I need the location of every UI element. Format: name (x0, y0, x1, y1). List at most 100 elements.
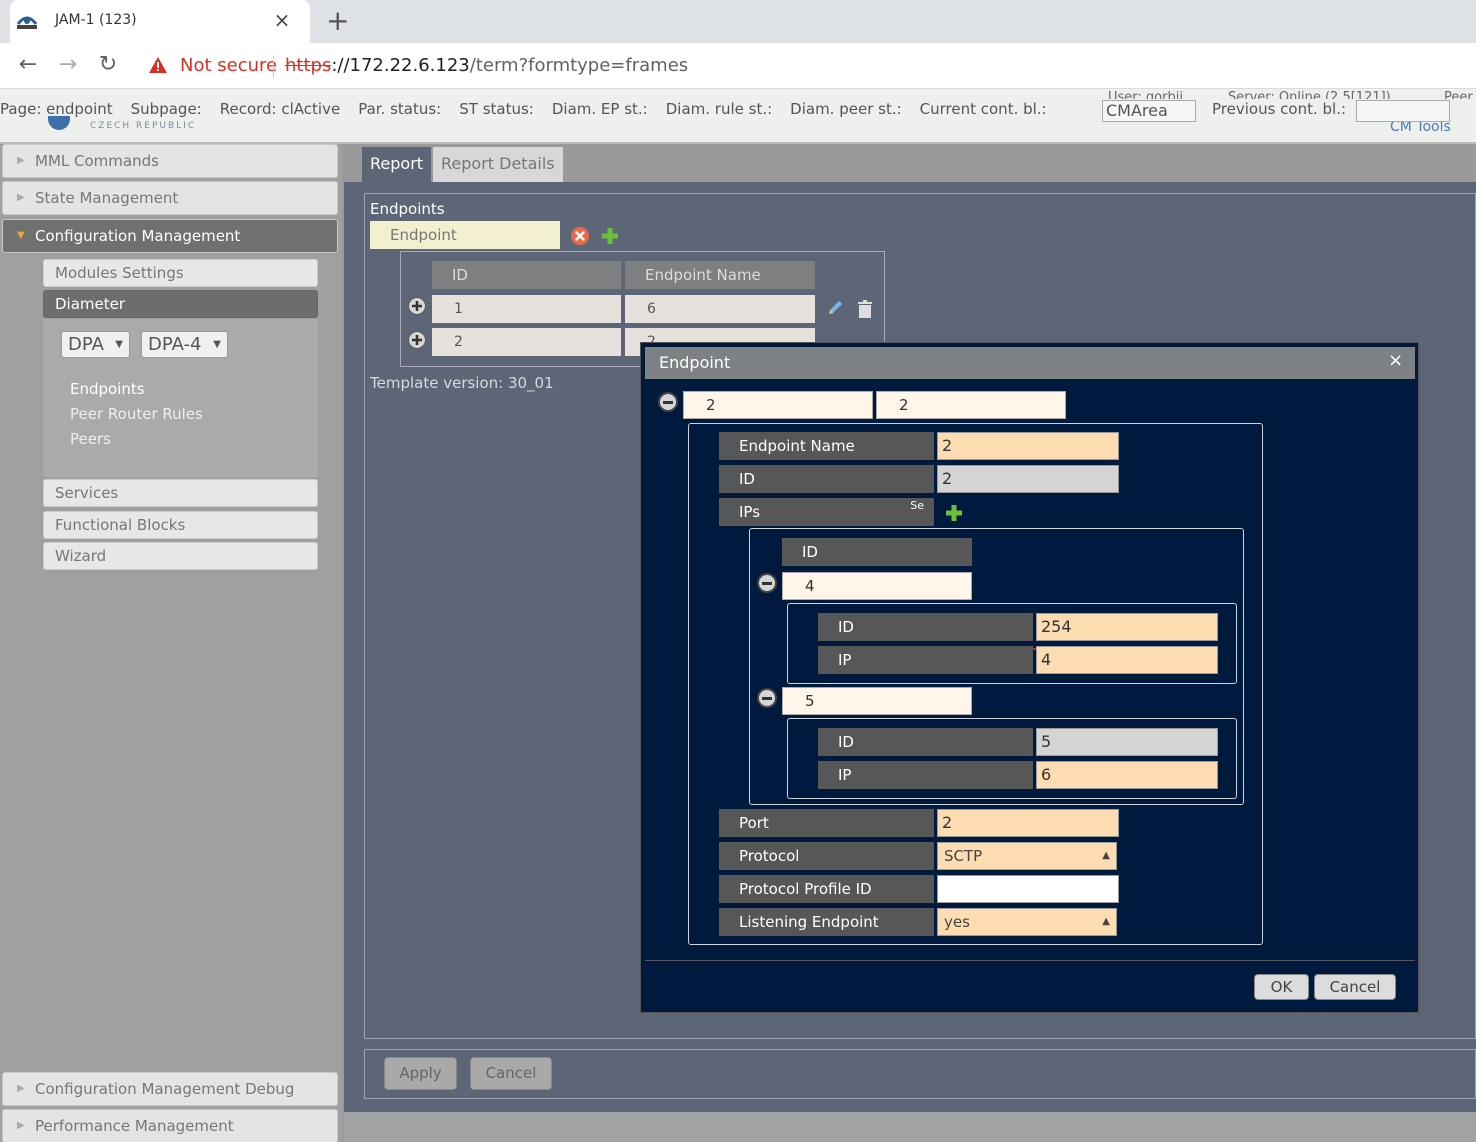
server-label: Server: Online (2.5[121]) (1228, 90, 1391, 99)
listening-value: yes (944, 913, 970, 931)
dpa-select-value: DPA (68, 334, 104, 355)
previous-cont-input[interactable] (1356, 100, 1450, 122)
endpoint-key-field[interactable]: 2 (683, 391, 873, 419)
expand-plus-icon[interactable] (408, 331, 426, 349)
header-endpoint-name: Endpoint Name (625, 261, 815, 289)
apply-button[interactable]: Apply (384, 1057, 457, 1090)
ip-id-input[interactable]: 254 (1036, 613, 1218, 641)
subitem-modules-settings[interactable]: Modules Settings (43, 259, 318, 287)
sidebar-state-management[interactable]: ▶ State Management (2, 181, 338, 215)
tab-report[interactable]: Report (361, 146, 433, 182)
caret-down-icon: ▼ (115, 339, 123, 350)
updown-arrows-icon: ▲ (1102, 916, 1110, 927)
subitem-services[interactable]: Services (43, 479, 318, 507)
table-row[interactable]: 1 (432, 295, 621, 323)
subitem-diameter[interactable]: Diameter (43, 290, 318, 318)
ip-id-input[interactable]: 5 (1036, 728, 1218, 756)
dialog-cancel-button[interactable]: Cancel (1314, 974, 1396, 1000)
dpa-select[interactable]: DPA ▼ (61, 331, 130, 358)
add-plus-icon[interactable] (600, 226, 620, 246)
delete-x-icon[interactable] (571, 227, 589, 245)
protocol-label: Protocol (719, 842, 934, 870)
endpoint-name-label: Endpoint Name (719, 432, 934, 460)
collapse-minus-icon[interactable] (658, 392, 678, 412)
add-ip-plus-icon[interactable] (944, 503, 964, 523)
sidebar-label: Configuration Management (35, 227, 241, 245)
cancel-button[interactable]: Cancel (470, 1057, 552, 1090)
listening-endpoint-label: Listening Endpoint (719, 908, 934, 936)
link-peer-router-rules[interactable]: Peer Router Rules (70, 405, 203, 423)
status-diam-peer: Diam. peer st.: (790, 100, 902, 118)
status-diam-rule: Diam. rule st.: (665, 100, 773, 118)
sidebar-label: Configuration Management Debug (35, 1080, 295, 1098)
dpa4-select[interactable]: DPA-4 ▼ (141, 331, 228, 358)
close-icon[interactable]: × (1388, 350, 1403, 371)
endpoint-subtab[interactable]: Endpoint (370, 221, 560, 249)
caret-down-icon: ▼ (17, 230, 25, 241)
warning-icon (148, 55, 168, 75)
current-cont-input[interactable]: CMArea (1102, 100, 1196, 122)
favicon-icon (16, 12, 38, 30)
sidebar-performance-management[interactable]: ▶ Performance Management (2, 1109, 338, 1142)
close-tab-icon[interactable]: × (272, 8, 292, 32)
port-label: Port (719, 809, 934, 837)
forward-icon[interactable]: → (53, 52, 83, 77)
subitem-functional-blocks[interactable]: Functional Blocks (43, 511, 318, 539)
endpoint-name-input[interactable]: 2 (937, 432, 1119, 460)
reload-icon[interactable]: ↻ (93, 52, 123, 77)
status-st: ST status: (459, 100, 534, 118)
previous-cont-label: Previous cont. bl.: (1212, 100, 1347, 118)
sidebar-label: MML Commands (35, 152, 159, 170)
sidebar-config-debug[interactable]: ▶ Configuration Management Debug (2, 1072, 338, 1106)
trash-icon[interactable] (856, 299, 874, 319)
ips-label: IPs Se (719, 498, 934, 526)
ip-ip-label: IP (818, 646, 1033, 674)
ips-badge: Se (910, 499, 924, 512)
dialog-title: Endpoint (645, 347, 1415, 379)
sidebar-configuration-management[interactable]: ▼ Configuration Management (2, 219, 338, 253)
template-version: Template version: 30_01 (370, 374, 554, 392)
ip-key-field[interactable]: 5 (782, 687, 972, 715)
table-row[interactable]: 2 (432, 328, 621, 356)
status-current-cont: Current cont. bl.: (919, 100, 1047, 118)
collapse-minus-icon[interactable] (757, 573, 777, 593)
status-page: Page: endpoint (0, 100, 113, 118)
back-icon[interactable]: ← (13, 52, 43, 77)
url-bar[interactable]: https://172.22.6.123/term?formtype=frame… (285, 55, 688, 76)
ip-ip-input[interactable]: 4 (1036, 646, 1218, 674)
not-secure-label[interactable]: Not secure (180, 55, 277, 76)
protocol-profile-input[interactable] (937, 875, 1119, 903)
id-label: ID (719, 465, 934, 493)
tab-report-details[interactable]: Report Details (432, 146, 564, 182)
table-row[interactable]: 6 (625, 295, 815, 323)
subitem-wizard[interactable]: Wizard (43, 542, 318, 570)
status-par: Par. status: (358, 100, 442, 118)
url-scheme: https (285, 55, 332, 76)
listening-endpoint-select[interactable]: yes ▲ (937, 908, 1117, 936)
link-endpoints[interactable]: Endpoints (70, 380, 145, 398)
ip-id-label: ID (818, 728, 1033, 756)
sidebar-label: Performance Management (35, 1117, 234, 1135)
caret-right-icon: ▶ (17, 1083, 25, 1094)
ok-button[interactable]: OK (1254, 974, 1309, 1000)
protocol-select[interactable]: SCTP ▲ (937, 842, 1117, 870)
caret-right-icon: ▶ (17, 1120, 25, 1131)
caret-right-icon: ▶ (17, 155, 25, 166)
browser-tab-title: JAM-1 (123) (55, 12, 137, 28)
ip-id-label: ID (818, 613, 1033, 641)
endpoint-name-key-field[interactable]: 2 (876, 391, 1066, 419)
status-items: Page: endpoint Subpage: Record: clActive Pa… (0, 100, 1065, 122)
ip-ip-input[interactable]: 6 (1036, 761, 1218, 789)
edit-pencil-icon[interactable] (826, 299, 844, 317)
red-underline-annotation (1006, 638, 1103, 651)
header-id: ID (432, 261, 621, 289)
new-tab-icon[interactable]: + (326, 4, 349, 37)
id-input[interactable]: 2 (937, 465, 1119, 493)
ip-key-field[interactable]: 4 (782, 572, 972, 600)
port-input[interactable]: 2 (937, 809, 1119, 837)
collapse-minus-icon[interactable] (757, 688, 777, 708)
expand-plus-icon[interactable] (408, 297, 426, 315)
sidebar-mml-commands[interactable]: ▶ MML Commands (2, 144, 338, 178)
protocol-profile-label: Protocol Profile ID (719, 875, 934, 903)
link-peers[interactable]: Peers (70, 430, 111, 448)
